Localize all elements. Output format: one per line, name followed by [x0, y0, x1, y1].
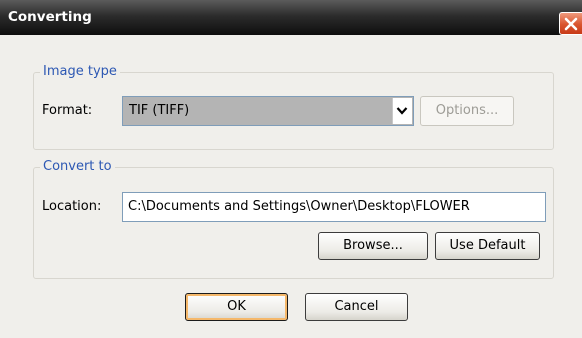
- converting-dialog: Converting Image type Format: TIF (TIFF)…: [0, 0, 582, 338]
- browse-button[interactable]: Browse...: [318, 232, 428, 260]
- use-default-button[interactable]: Use Default: [435, 232, 540, 260]
- cancel-button[interactable]: Cancel: [305, 293, 408, 321]
- location-input[interactable]: C:\Documents and Settings\Owner\Desktop\…: [122, 192, 546, 222]
- format-value: TIF (TIFF): [129, 103, 190, 118]
- close-button[interactable]: [559, 12, 582, 35]
- format-select[interactable]: TIF (TIFF): [122, 96, 414, 126]
- window-title: Converting: [8, 9, 92, 25]
- ok-button[interactable]: OK: [185, 293, 288, 321]
- location-label: Location:: [42, 199, 102, 214]
- location-value: C:\Documents and Settings\Owner\Desktop\…: [128, 199, 470, 214]
- title-bar[interactable]: Converting: [0, 0, 582, 35]
- convert-to-legend: Convert to: [40, 159, 115, 174]
- image-type-legend: Image type: [40, 64, 120, 79]
- convert-to-group: [33, 167, 554, 279]
- options-button[interactable]: Options...: [420, 96, 514, 126]
- format-dropdown-button[interactable]: [392, 98, 412, 124]
- format-label: Format:: [42, 103, 93, 118]
